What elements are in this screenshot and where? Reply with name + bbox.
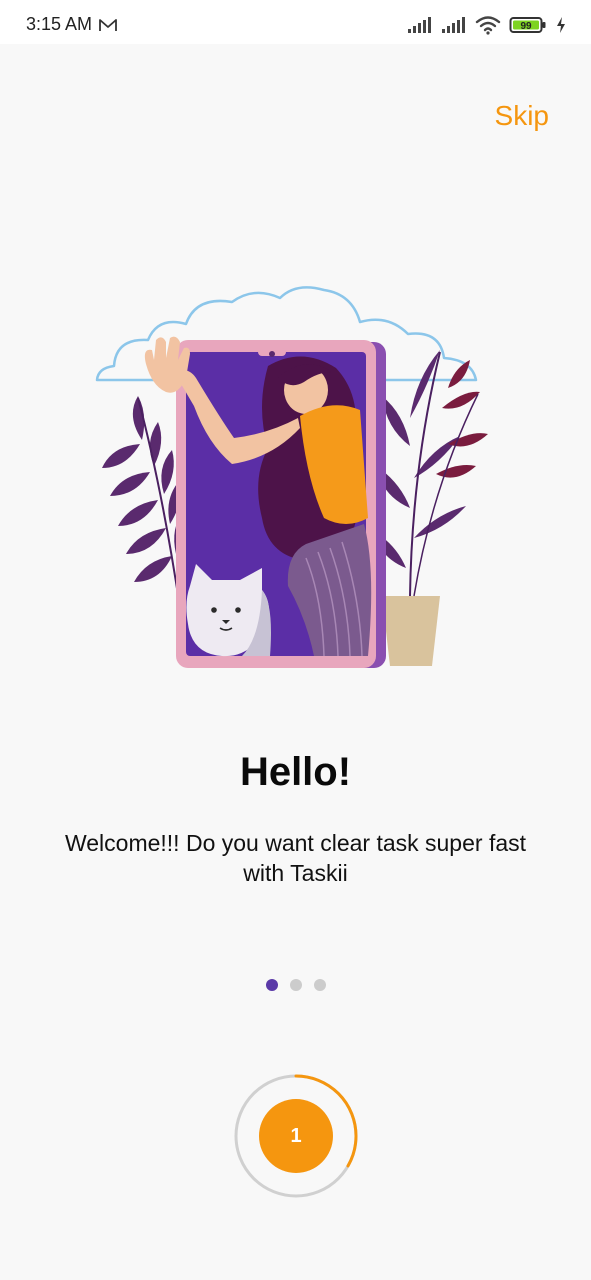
page-indicator <box>0 979 591 991</box>
next-button[interactable]: 1 <box>259 1099 333 1173</box>
battery-icon: 99 <box>509 17 546 33</box>
status-time: 3:15 AM <box>26 14 93 34</box>
wifi-icon <box>475 16 501 35</box>
onboarding-title: Hello! <box>239 750 352 794</box>
signal-icon <box>442 17 465 33</box>
status-bar: 3:15 AM 99 <box>0 0 591 44</box>
next-button-container: 1 <box>233 1073 359 1199</box>
battery-level: 99 <box>520 21 532 32</box>
signal-icon <box>408 17 431 33</box>
welcome-illustration <box>95 286 488 668</box>
skip-button[interactable]: Skip <box>495 100 549 132</box>
page-dot-3[interactable] <box>313 979 326 991</box>
gmail-icon <box>99 19 117 31</box>
page-dot-1[interactable] <box>265 979 278 991</box>
page-dot-2[interactable] <box>289 979 302 991</box>
onboarding-subtitle: Welcome!!! Do you want clear task super … <box>64 830 527 886</box>
status-icons: 99 <box>407 14 567 36</box>
charging-icon <box>557 17 565 33</box>
